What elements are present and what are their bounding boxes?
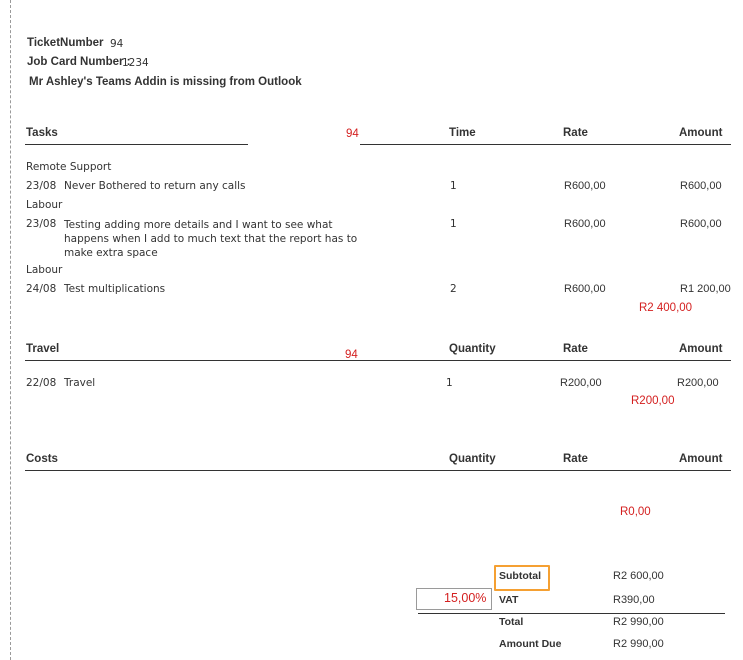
task-date: 24/08	[26, 283, 57, 295]
costs-rate-header: Rate	[563, 453, 588, 465]
subtotal-label: Subtotal	[499, 570, 541, 582]
tasks-header-rule-right	[360, 144, 731, 145]
ticket-number-label: TicketNumber	[27, 37, 104, 49]
summary-rule	[418, 613, 725, 614]
vat-percent-value: 15,00%	[444, 591, 487, 605]
task-time: 1	[450, 180, 457, 192]
total-label: Total	[499, 616, 524, 628]
task-rate: R600,00	[564, 218, 606, 230]
total-value: R2 990,00	[613, 616, 664, 628]
ticket-number-value: 94	[110, 38, 124, 50]
amount-due-label: Amount Due	[499, 638, 562, 650]
task-category: Remote Support	[26, 161, 112, 173]
travel-date: 22/08	[26, 377, 57, 389]
subtotal-value: R2 600,00	[613, 570, 664, 582]
task-date: 23/08	[26, 218, 57, 230]
costs-total: R0,00	[620, 506, 651, 518]
costs-header: Costs	[26, 453, 58, 465]
page-margin-guide	[10, 0, 11, 660]
job-card-value: 1234	[122, 57, 149, 69]
task-amount: R1 200,00	[680, 283, 731, 295]
travel-amount-header: Amount	[679, 343, 723, 355]
travel-total: R200,00	[631, 395, 675, 407]
task-time: 2	[450, 283, 457, 295]
task-category: Labour	[26, 264, 63, 276]
costs-amount-header: Amount	[679, 453, 723, 465]
costs-quantity-header: Quantity	[449, 453, 496, 465]
travel-quantity-header: Quantity	[449, 343, 496, 355]
task-description: Never Bothered to return any calls	[64, 180, 246, 192]
travel-rate: R200,00	[560, 377, 602, 389]
travel-amount: R200,00	[677, 377, 719, 389]
tasks-header-rule-left	[25, 144, 248, 145]
task-category: Labour	[26, 199, 63, 211]
tasks-time-header: Time	[449, 127, 476, 139]
tasks-amount-header: Amount	[679, 127, 723, 139]
job-card-label: Job Card Number :	[27, 56, 131, 68]
ticket-description: Mr Ashley's Teams Addin is missing from …	[29, 76, 302, 88]
tasks-ref-number: 94	[346, 128, 359, 140]
task-date: 23/08	[26, 180, 57, 192]
travel-rate-header: Rate	[563, 343, 588, 355]
task-description: Test multiplications	[64, 283, 166, 295]
travel-quantity: 1	[446, 377, 453, 389]
amount-due-value: R2 990,00	[613, 638, 664, 650]
vat-label: VAT	[499, 594, 519, 606]
task-rate: R600,00	[564, 283, 606, 295]
costs-header-rule	[25, 470, 731, 471]
tasks-rate-header: Rate	[563, 127, 588, 139]
travel-header-rule	[25, 360, 731, 361]
tasks-total: R2 400,00	[639, 302, 693, 314]
task-time: 1	[450, 218, 457, 230]
travel-header: Travel	[26, 343, 60, 355]
task-description: Testing adding more details and I want t…	[64, 219, 358, 259]
task-amount: R600,00	[680, 180, 722, 192]
task-amount: R600,00	[680, 218, 722, 230]
tasks-header: Tasks	[26, 127, 58, 139]
travel-description: Travel	[64, 377, 96, 389]
task-rate: R600,00	[564, 180, 606, 192]
vat-value: R390,00	[613, 594, 655, 606]
